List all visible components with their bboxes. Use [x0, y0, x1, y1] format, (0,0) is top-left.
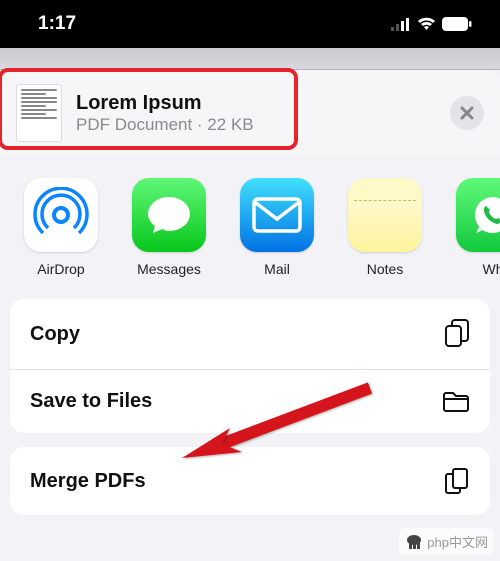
cellular-icon — [391, 18, 411, 31]
messages-label: Messages — [137, 261, 201, 277]
wifi-icon — [417, 17, 436, 31]
share-sheet-header: Lorem Ipsum PDF Document · 22 KB — [0, 70, 500, 156]
close-button[interactable] — [450, 96, 484, 130]
document-subtitle: PDF Document · 22 KB — [76, 115, 254, 135]
notes-app[interactable]: Notes — [346, 178, 424, 277]
status-bar: 1:17 — [0, 0, 500, 48]
messages-icon — [132, 178, 206, 252]
watermark-logo-icon — [405, 533, 423, 551]
merge-icon — [444, 467, 470, 495]
save-to-files-label: Save to Files — [30, 390, 152, 413]
mail-app[interactable]: Mail — [238, 178, 316, 277]
mail-label: Mail — [264, 261, 290, 277]
document-info: Lorem Ipsum PDF Document · 22 KB — [76, 92, 254, 135]
notes-label: Notes — [367, 261, 404, 277]
actions-group-2: Merge PDFs — [10, 447, 490, 515]
status-time: 1:17 — [38, 13, 76, 35]
airdrop-app[interactable]: AirDrop — [22, 178, 100, 277]
document-thumbnail — [16, 84, 62, 142]
watermark-text: php中文网 — [427, 532, 488, 551]
merge-pdfs-label: Merge PDFs — [30, 470, 146, 493]
save-to-files-action[interactable]: Save to Files — [10, 369, 490, 433]
folder-icon — [442, 391, 470, 413]
airdrop-label: AirDrop — [37, 261, 84, 277]
airdrop-icon — [24, 178, 98, 252]
browser-tab-background — [0, 48, 500, 70]
document-title: Lorem Ipsum — [76, 92, 254, 115]
status-indicators — [391, 17, 472, 31]
merge-pdfs-action[interactable]: Merge PDFs — [10, 447, 490, 515]
notes-icon — [348, 178, 422, 252]
whatsapp-app[interactable]: Wh — [454, 178, 500, 277]
mail-icon — [240, 178, 314, 252]
copy-action[interactable]: Copy — [10, 299, 490, 369]
messages-app[interactable]: Messages — [130, 178, 208, 277]
whatsapp-icon — [456, 178, 500, 252]
share-apps-row[interactable]: AirDrop Messages Mail Notes Wh — [0, 156, 500, 297]
battery-icon — [442, 17, 472, 31]
copy-icon — [444, 319, 470, 349]
whatsapp-label: Wh — [483, 261, 500, 277]
actions-group-1: Copy Save to Files — [10, 299, 490, 433]
close-icon — [460, 106, 474, 120]
copy-label: Copy — [30, 323, 80, 346]
watermark: php中文网 — [399, 528, 494, 555]
